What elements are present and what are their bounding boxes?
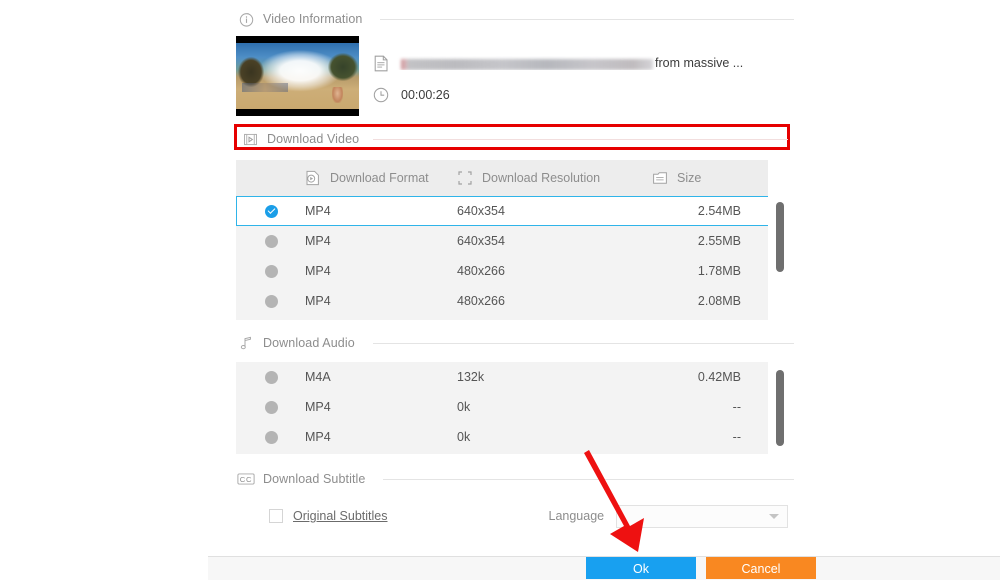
download-video-table: Download Format Download Resolution Size…: [236, 160, 794, 320]
table-row[interactable]: MP4 480x266 2.08MB: [236, 286, 794, 316]
video-meta-list: from massive ... 00:00:26: [371, 46, 794, 110]
row-bitrate: 0k: [457, 430, 471, 444]
download-audio-label: Download Audio: [263, 336, 355, 350]
row-select-cell[interactable]: [237, 234, 305, 248]
audio-table-scrollbar[interactable]: [768, 362, 794, 454]
clock-icon: [371, 85, 391, 105]
cancel-button[interactable]: Cancel: [706, 557, 816, 579]
download-video-label: Download Video: [267, 132, 360, 146]
table-row[interactable]: M4A 132k 0.42MB: [236, 362, 794, 392]
row-format: M4A: [305, 370, 331, 384]
info-circle-icon: [236, 9, 256, 29]
video-title-row: from massive ...: [371, 46, 794, 80]
svg-text:C: C: [240, 475, 246, 484]
file-lines-icon: [651, 169, 669, 187]
row-resolution: 480x266: [457, 264, 505, 278]
video-row-list[interactable]: MP4 640x354 2.54MB MP4 640x354 2.55MB MP4 480x2…: [236, 196, 794, 316]
video-duration-row: 00:00:26: [371, 80, 794, 110]
video-thumbnail: [236, 36, 359, 116]
video-duration: 00:00:26: [401, 88, 450, 102]
table-row[interactable]: MP4 480x266 1.78MB: [236, 256, 794, 286]
download-subtitle-label: Download Subtitle: [263, 472, 366, 486]
film-strip-icon: [240, 129, 260, 149]
thumbnail-image: [236, 43, 359, 109]
column-header-resolution: Download Resolution: [456, 169, 651, 187]
row-format: MP4: [305, 294, 331, 308]
video-table-scrollbar[interactable]: [768, 160, 794, 320]
download-video-section: Download Video: [240, 129, 788, 149]
original-subtitles-checkbox[interactable]: [269, 509, 283, 523]
svg-text:C: C: [246, 475, 252, 484]
thumbnail-detail: [242, 83, 288, 92]
chevron-down-icon: [769, 513, 780, 519]
video-information-body: from massive ... 00:00:26: [236, 36, 794, 122]
table-row[interactable]: MP4 640x354 2.54MB: [236, 196, 794, 226]
column-header-format: Download Format: [304, 169, 456, 187]
row-radio-selected[interactable]: [264, 204, 278, 218]
section-divider: [380, 18, 794, 20]
section-divider: [383, 478, 794, 480]
section-divider: [373, 138, 788, 140]
row-radio[interactable]: [264, 264, 278, 278]
row-resolution: 640x354: [457, 234, 505, 248]
column-header-resolution-label: Download Resolution: [482, 171, 601, 185]
row-bitrate: 0k: [457, 400, 471, 414]
original-subtitles-label[interactable]: Original Subtitles: [293, 509, 388, 523]
video-table-scroll-thumb[interactable]: [776, 202, 784, 272]
row-select-cell[interactable]: [237, 264, 305, 278]
row-format: MP4: [305, 264, 331, 278]
video-table-header: Download Format Download Resolution Size: [236, 160, 794, 196]
table-row[interactable]: MP4 0k --: [236, 422, 794, 452]
column-header-size-label: Size: [677, 171, 702, 185]
column-header-format-label: Download Format: [330, 171, 429, 185]
crop-frame-icon: [456, 169, 474, 187]
row-format: MP4: [305, 400, 331, 414]
thumbnail-detail: [332, 87, 343, 103]
thumbnail-detail: [328, 53, 358, 81]
table-row[interactable]: MP4 640x354 2.55MB: [236, 226, 794, 256]
audio-table-scroll-thumb[interactable]: [776, 370, 784, 446]
redacted-title-text: [401, 58, 653, 70]
row-radio[interactable]: [264, 370, 278, 384]
row-bitrate: 132k: [457, 370, 485, 384]
audio-row-list[interactable]: M4A 132k 0.42MB MP4 0k -- MP4 0k --: [236, 362, 794, 452]
table-row[interactable]: MP4 0k --: [236, 392, 794, 422]
row-format: MP4: [305, 204, 331, 218]
music-note-icon: [236, 333, 256, 353]
video-information-section: Video Information: [236, 8, 794, 30]
row-radio[interactable]: [264, 430, 278, 444]
document-icon: [371, 53, 391, 73]
row-radio[interactable]: [264, 234, 278, 248]
download-subtitle-section: CC Download Subtitle: [236, 468, 794, 490]
language-label: Language: [548, 509, 605, 523]
download-audio-table: M4A 132k 0.42MB MP4 0k -- MP4 0k --: [236, 362, 794, 454]
video-title-suffix: from massive ...: [655, 56, 744, 70]
video-information-label: Video Information: [263, 12, 363, 26]
ok-button[interactable]: Ok: [586, 557, 696, 579]
row-select-cell[interactable]: [237, 400, 305, 414]
video-title: from massive ...: [391, 56, 743, 70]
language-dropdown[interactable]: [616, 504, 789, 528]
row-format: MP4: [305, 430, 331, 444]
row-select-cell[interactable]: [237, 430, 305, 444]
subtitle-options-row: Original Subtitles Language: [236, 500, 794, 532]
row-resolution: 480x266: [457, 294, 505, 308]
row-resolution: 640x354: [457, 204, 505, 218]
row-radio[interactable]: [264, 294, 278, 308]
row-radio[interactable]: [264, 400, 278, 414]
row-select-cell[interactable]: [237, 294, 305, 308]
row-format: MP4: [305, 234, 331, 248]
download-audio-section: Download Audio: [236, 332, 794, 354]
closed-caption-icon: CC: [236, 469, 256, 489]
section-divider: [372, 342, 794, 344]
row-select-cell[interactable]: [237, 204, 305, 218]
row-select-cell[interactable]: [237, 370, 305, 384]
video-file-icon: [304, 169, 322, 187]
